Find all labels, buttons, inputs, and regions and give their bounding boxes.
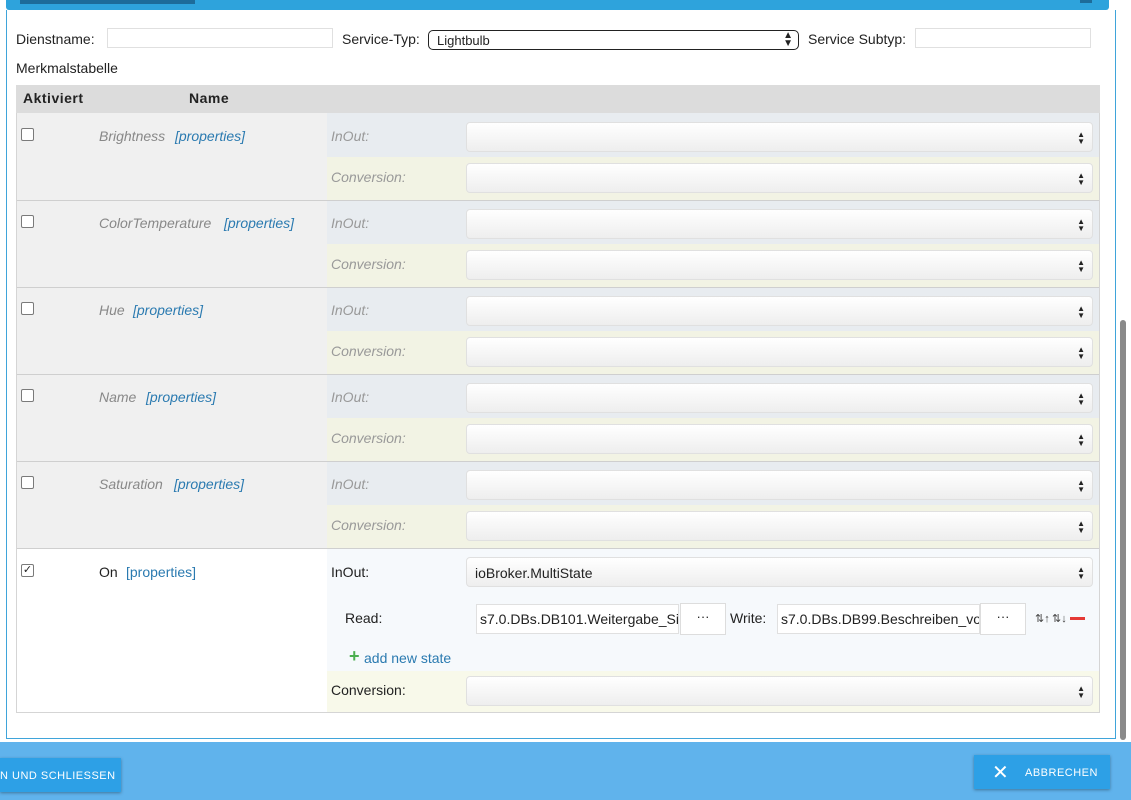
inout-label: InOut: (331, 128, 370, 144)
read-state-input[interactable]: s7.0.DBs.DB101.Weitergabe_Sig (476, 604, 679, 634)
inout-select[interactable]: ▲ ▼ (466, 470, 1093, 500)
service-typ-value: Lightbulb (437, 33, 490, 48)
dialog-title-fragment (20, 0, 195, 4)
sort-desc-icon[interactable]: ⇅↓ (1052, 612, 1067, 625)
row-checkbox[interactable] (21, 476, 34, 489)
col-header-activated: Aktiviert (23, 90, 84, 106)
chevron-updown-icon: ▲ ▼ (1077, 432, 1085, 448)
chevron-updown-icon: ▲ ▼ (1077, 345, 1085, 361)
dienstname-label: Dienstname: (16, 31, 95, 47)
properties-link[interactable]: [properties] (224, 215, 294, 231)
row-name: Name (99, 389, 137, 405)
inout-select[interactable]: ▲ ▼ (466, 209, 1093, 239)
service-typ-select[interactable]: Lightbulb ▲ ▼ (428, 30, 799, 50)
service-subtyp-input[interactable] (915, 28, 1091, 48)
properties-link[interactable]: [properties] (126, 564, 196, 580)
ellipsis-icon: ··· (996, 609, 1010, 624)
chevron-updown-icon: ▲ ▼ (1077, 565, 1085, 581)
conversion-label: Conversion: (331, 682, 406, 698)
add-new-state-link[interactable]: add new state (364, 650, 451, 666)
write-label: Write: (730, 610, 767, 626)
read-browse-button[interactable]: ··· (680, 603, 726, 635)
chevron-updown-icon: ▲ ▼ (783, 30, 793, 49)
row-name: On (99, 564, 118, 580)
row-name: Brightness (99, 128, 166, 144)
dienstname-input[interactable] (107, 28, 333, 48)
checkmark-icon: ✓ (22, 564, 33, 576)
chevron-updown-icon: ▲ ▼ (1077, 391, 1085, 407)
read-label: Read: (345, 610, 383, 626)
conversion-label: Conversion: (331, 256, 406, 272)
save-and-close-label: N UND SCHLIESSEN (0, 770, 116, 782)
save-and-close-button[interactable]: N UND SCHLIESSEN (0, 758, 121, 792)
properties-link[interactable]: [properties] (175, 128, 245, 144)
properties-link[interactable]: [properties] (146, 389, 216, 405)
inout-label: InOut: (331, 476, 370, 492)
inout-label: InOut: (331, 389, 370, 405)
row-checkbox[interactable] (21, 302, 34, 315)
row-checkbox[interactable] (21, 128, 34, 141)
properties-link[interactable]: [properties] (133, 302, 203, 318)
inout-label: InOut: (331, 302, 370, 318)
write-browse-button[interactable]: ··· (980, 603, 1026, 635)
conversion-select[interactable]: ▲ ▼ (466, 511, 1093, 541)
conversion-label: Conversion: (331, 169, 406, 185)
conversion-label: Conversion: (331, 430, 406, 446)
chevron-updown-icon: ▲ ▼ (1077, 130, 1085, 146)
row-name: ColorTemperature (99, 215, 212, 231)
remove-icon[interactable] (1070, 617, 1085, 620)
inout-select[interactable]: ▲ ▼ (466, 296, 1093, 326)
row-checkbox-checked[interactable]: ✓ (21, 564, 34, 577)
table-row-left (17, 462, 327, 549)
chevron-updown-icon: ▲ ▼ (1077, 217, 1085, 233)
chevron-updown-icon: ▲ ▼ (1077, 171, 1085, 187)
chevron-updown-icon: ▲ ▼ (1077, 519, 1085, 535)
cancel-label: ABBRECHEN (1025, 767, 1098, 779)
chevron-updown-icon: ▲ ▼ (1077, 304, 1085, 320)
ellipsis-icon: ··· (696, 609, 710, 624)
plus-icon[interactable]: + (349, 646, 360, 667)
dialog-footer (0, 742, 1131, 800)
inout-label: InOut: (331, 215, 370, 231)
sort-asc-icon[interactable]: ⇅↑ (1035, 612, 1050, 625)
service-typ-label: Service-Typ: (342, 31, 420, 47)
inout-select-value: ioBroker.MultiState (475, 565, 593, 581)
write-state-input[interactable]: s7.0.DBs.DB99.Beschreiben_vo (777, 604, 980, 634)
dialog-title-icon (1080, 0, 1092, 3)
table-header (16, 85, 1100, 113)
chevron-updown-icon: ▲ ▼ (1077, 684, 1085, 700)
table-row-left (17, 113, 327, 201)
inout-select[interactable]: ioBroker.MultiState ▲ ▼ (466, 557, 1093, 587)
conversion-label: Conversion: (331, 517, 406, 533)
col-header-name: Name (189, 90, 230, 106)
inout-select[interactable]: ▲ ▼ (466, 383, 1093, 413)
conversion-select[interactable]: ▲ ▼ (466, 250, 1093, 280)
chevron-updown-icon: ▲ ▼ (1077, 258, 1085, 274)
conversion-label: Conversion: (331, 343, 406, 359)
row-name: Saturation (99, 476, 163, 492)
service-subtyp-label: Service Subtyp: (808, 31, 907, 47)
conversion-select[interactable]: ▲ ▼ (466, 676, 1093, 706)
scrollbar-thumb[interactable] (1120, 320, 1126, 740)
chevron-updown-icon: ▲ ▼ (1077, 478, 1085, 494)
conversion-select[interactable]: ▲ ▼ (466, 163, 1093, 193)
row-checkbox[interactable] (21, 215, 34, 228)
inout-label: InOut: (331, 564, 370, 580)
properties-link[interactable]: [properties] (174, 476, 244, 492)
inout-select[interactable]: ▲ ▼ (466, 122, 1093, 152)
cancel-button[interactable]: ✕ ABBRECHEN (974, 755, 1110, 789)
table-title: Merkmalstabelle (16, 60, 118, 76)
conversion-select[interactable]: ▲ ▼ (466, 424, 1093, 454)
row-checkbox[interactable] (21, 389, 34, 402)
row-name: Hue (99, 302, 125, 318)
conversion-select[interactable]: ▲ ▼ (466, 337, 1093, 367)
close-icon: ✕ (992, 762, 1010, 784)
